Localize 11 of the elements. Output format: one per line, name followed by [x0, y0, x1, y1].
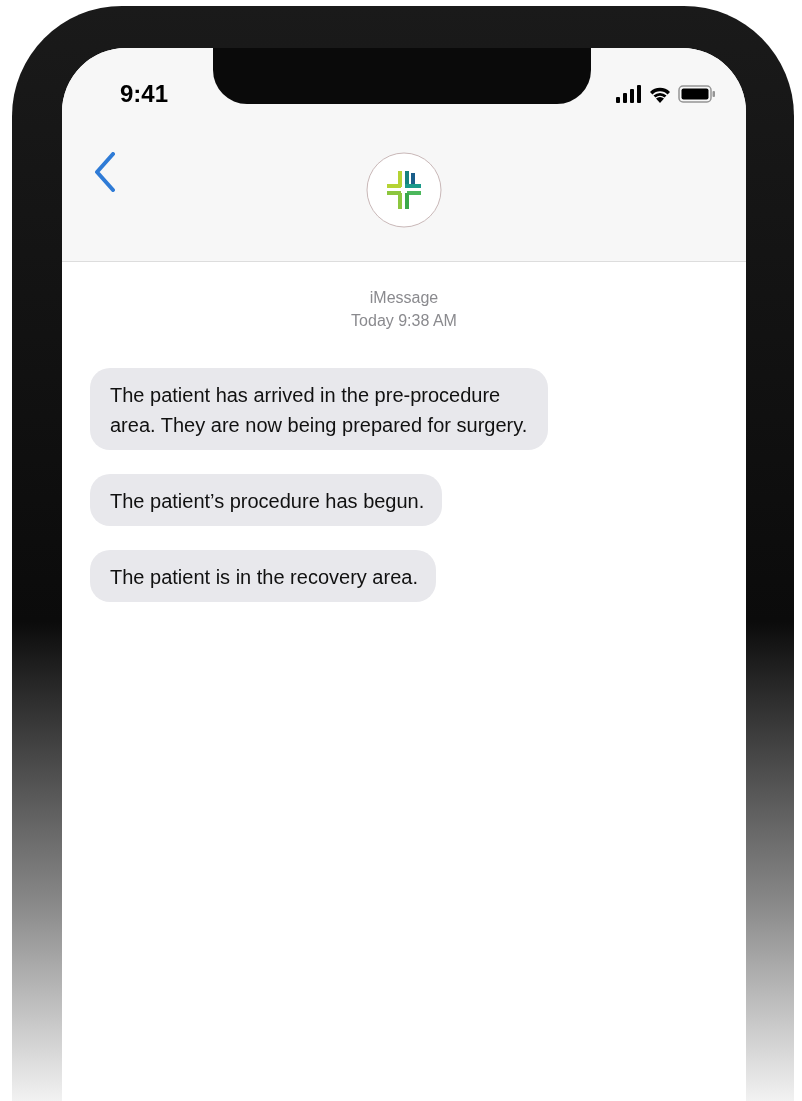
status-time: 9:41: [120, 80, 169, 108]
service-label: iMessage: [369, 288, 439, 308]
wifi-icon: [648, 85, 672, 103]
cross-logo-icon: [365, 151, 443, 229]
signal-icon: [616, 85, 642, 103]
battery-icon: [678, 85, 716, 103]
message-bubble: The patient is in the recovery area.: [90, 550, 436, 602]
message-timestamp: Today 9:38 AM: [351, 311, 457, 331]
back-chevron-icon[interactable]: [94, 152, 116, 192]
message-bubble: The patient has arrived in the pre-procedure area. They are now being prepared for surgery.: [90, 368, 548, 450]
message-bubble: The patient’s procedure has begun.: [90, 474, 443, 526]
